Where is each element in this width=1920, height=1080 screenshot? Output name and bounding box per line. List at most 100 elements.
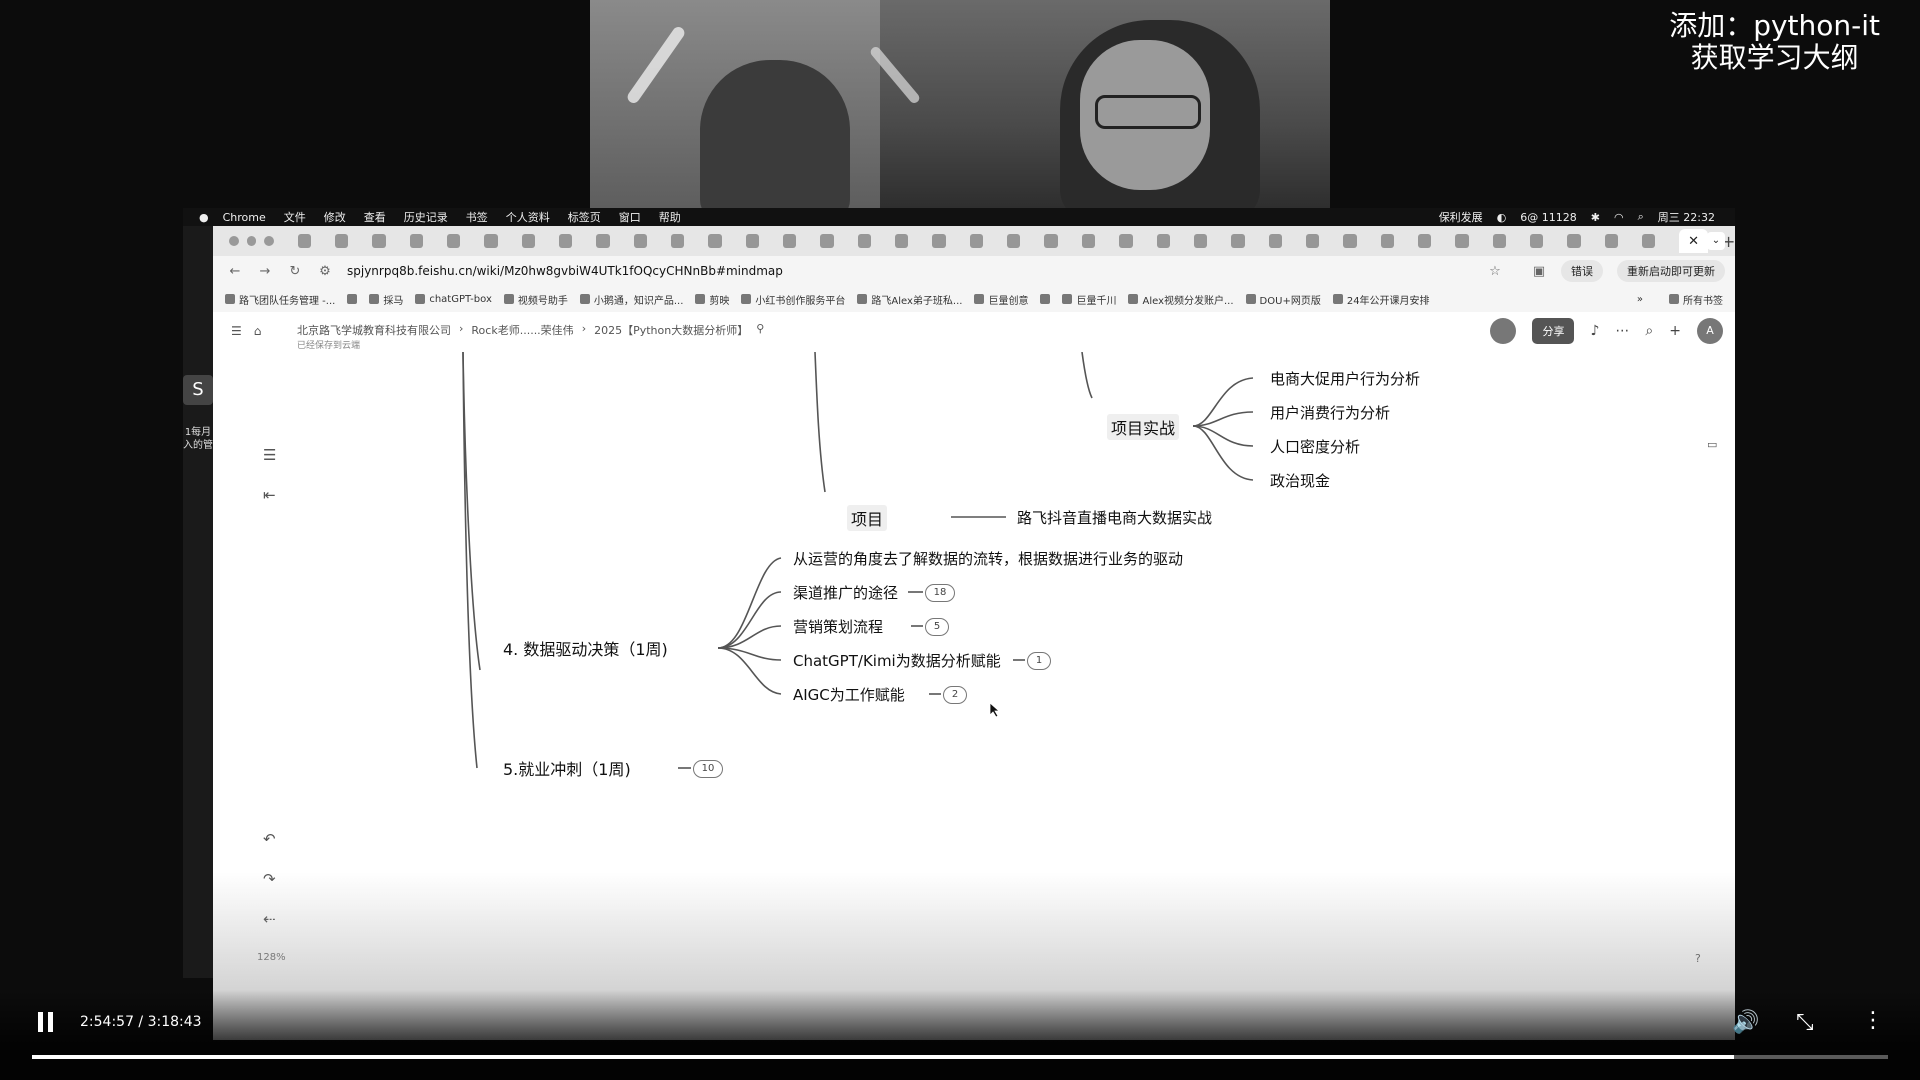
tab-favicon[interactable] bbox=[446, 234, 461, 248]
tab-favicon[interactable] bbox=[596, 234, 610, 248]
back-icon[interactable]: ← bbox=[227, 264, 243, 279]
zoom-level[interactable]: 128% bbox=[257, 952, 286, 963]
tab-favicon[interactable] bbox=[1007, 234, 1021, 248]
tab-favicon[interactable] bbox=[708, 234, 722, 248]
node-leaf[interactable]: 政治现金 bbox=[1270, 470, 1330, 491]
child-count-badge[interactable]: 1 bbox=[1027, 652, 1051, 670]
tab-favicon[interactable] bbox=[1268, 234, 1282, 248]
forward-icon[interactable]: → bbox=[257, 264, 273, 279]
search-icon[interactable]: ⌕ bbox=[1638, 210, 1644, 224]
share-button[interactable]: 分享 bbox=[1532, 318, 1575, 344]
tab-favicon[interactable] bbox=[633, 234, 648, 248]
help-icon[interactable]: ? bbox=[1695, 952, 1701, 965]
minimize-window-button[interactable] bbox=[246, 236, 257, 246]
pin-icon[interactable]: ⚲ bbox=[756, 322, 764, 338]
bookmark-item[interactable]: 路飞Alex弟子班私... bbox=[857, 292, 962, 307]
bookmark-item[interactable]: 採马 bbox=[369, 292, 403, 307]
node-project[interactable]: 项目 bbox=[847, 505, 888, 531]
bookmark-item[interactable] bbox=[347, 294, 358, 304]
site-info-icon[interactable]: ⚙ bbox=[317, 264, 333, 279]
breadcrumb-item[interactable]: 2025【Python大数据分析师】 bbox=[594, 322, 748, 338]
menu-history[interactable]: 历史记录 bbox=[404, 209, 448, 225]
more-options-icon[interactable]: ⋮ bbox=[1862, 1008, 1884, 1033]
menu-bookmarks[interactable]: 书签 bbox=[466, 209, 488, 225]
child-count-badge[interactable]: 2 bbox=[943, 686, 967, 704]
node-leaf[interactable]: 电商大促用户行为分析 bbox=[1270, 368, 1420, 389]
menu-chrome[interactable]: Chrome bbox=[223, 211, 266, 224]
tab-favicon[interactable] bbox=[334, 234, 349, 248]
pause-button[interactable] bbox=[38, 1012, 54, 1032]
bookmark-item[interactable]: 巨量创意 bbox=[974, 292, 1028, 307]
tab-favicon[interactable] bbox=[1081, 234, 1096, 248]
menu-window[interactable]: 窗口 bbox=[619, 209, 641, 225]
extensions-icon[interactable]: ▣ bbox=[1531, 264, 1547, 279]
tab-favicon[interactable] bbox=[484, 234, 498, 248]
bookmark-item[interactable]: DOU+网页版 bbox=[1245, 292, 1321, 307]
tab-favicon[interactable] bbox=[1455, 234, 1469, 248]
collaborator-avatar[interactable] bbox=[1490, 318, 1517, 344]
tab-favicon[interactable] bbox=[559, 234, 573, 248]
app-thumbnail[interactable]: S bbox=[183, 375, 213, 405]
tab-favicon[interactable] bbox=[1567, 234, 1581, 248]
outline-icon[interactable]: ☰ bbox=[263, 446, 276, 464]
minimap-icon[interactable]: ▭ bbox=[1707, 438, 1717, 451]
breadcrumb-item[interactable]: Rock老师......荣佳伟 bbox=[471, 322, 573, 338]
bookmark-item[interactable]: 小鹅通，知识产品... bbox=[579, 292, 683, 307]
profile-error-pill[interactable]: 错误 bbox=[1561, 260, 1603, 282]
bookmark-item[interactable]: Alex视频分发账户... bbox=[1128, 292, 1234, 307]
exit-fullscreen-icon[interactable]: ⤡ bbox=[1796, 1010, 1814, 1035]
node-section4[interactable]: 4. 数据驱动决策（1周) bbox=[503, 636, 668, 660]
indent-icon[interactable]: ⇤ bbox=[263, 486, 276, 504]
tab-favicon[interactable] bbox=[1529, 234, 1544, 248]
mindmap-canvas[interactable]: ☰ ⇤ ↶ ↷ ⇠ 128% ▭ ? 项目实战 电商大促用户行为分析 用户消费行… bbox=[213, 352, 1735, 1040]
bell-icon[interactable]: ♪ bbox=[1590, 323, 1599, 339]
tab-favicon[interactable] bbox=[1492, 234, 1506, 248]
tab-favicon[interactable] bbox=[1343, 234, 1357, 248]
bookmark-item[interactable]: 24年公开课月安排 bbox=[1332, 292, 1430, 307]
node-section5[interactable]: 5.就业冲刺（1周) bbox=[503, 756, 631, 780]
user-avatar[interactable]: A bbox=[1697, 318, 1723, 344]
tab-favicon[interactable] bbox=[932, 234, 946, 248]
more-bookmarks-icon[interactable]: » bbox=[1637, 294, 1643, 305]
tab-favicon[interactable] bbox=[1119, 234, 1133, 248]
menu-profile[interactable]: 个人资料 bbox=[506, 209, 550, 225]
node-leaf[interactable]: 营销策划流程 bbox=[793, 616, 883, 637]
node-leaf[interactable]: AIGC为工作赋能 bbox=[793, 684, 905, 705]
tab-favicon[interactable] bbox=[1156, 234, 1170, 248]
bookmark-item[interactable]: 巨量千川 bbox=[1062, 292, 1116, 307]
clock[interactable]: 周三 22:32 bbox=[1658, 209, 1715, 225]
node-leaf[interactable]: 人口密度分析 bbox=[1270, 436, 1360, 457]
volume-icon[interactable]: 🔊 bbox=[1732, 1010, 1759, 1035]
node-leaf[interactable]: ChatGPT/Kimi为数据分析赋能 bbox=[793, 650, 1001, 671]
menubar-status-count[interactable]: 6@ 11128 bbox=[1520, 211, 1577, 224]
tab-favicon[interactable] bbox=[1193, 234, 1208, 248]
wechat-icon[interactable]: ◐ bbox=[1497, 211, 1507, 224]
node-leaf[interactable]: 渠道推广的途径 bbox=[793, 582, 898, 603]
child-count-badge[interactable]: 5 bbox=[925, 618, 949, 636]
redo-icon[interactable]: ↷ bbox=[263, 870, 276, 888]
bookmark-item[interactable]: 小红书创作服务平台 bbox=[741, 292, 845, 307]
node-leaf[interactable]: 路飞抖音直播电商大数据实战 bbox=[1017, 507, 1212, 528]
search-icon[interactable]: ⌕ bbox=[1645, 323, 1653, 339]
maximize-window-button[interactable] bbox=[264, 236, 274, 246]
tab-favicon[interactable] bbox=[297, 234, 311, 248]
menu-help[interactable]: 帮助 bbox=[659, 209, 681, 225]
tab-favicon[interactable] bbox=[820, 234, 834, 248]
wifi-icon[interactable]: ◠ bbox=[1614, 211, 1624, 224]
tab-favicon[interactable] bbox=[1380, 234, 1394, 248]
tab-favicon[interactable] bbox=[1641, 234, 1656, 248]
progress-fill[interactable] bbox=[32, 1055, 1734, 1059]
undo-icon[interactable]: ↶ bbox=[263, 830, 276, 848]
menu-view[interactable]: 查看 bbox=[364, 209, 386, 225]
breadcrumb-item[interactable]: 北京路飞学城教育科技有限公司 bbox=[297, 322, 451, 338]
menu-tabs[interactable]: 标签页 bbox=[568, 209, 601, 225]
bookmark-item[interactable]: 视频号助手 bbox=[503, 292, 568, 307]
tab-favicon[interactable] bbox=[372, 234, 386, 248]
tab-favicon[interactable] bbox=[857, 234, 872, 248]
tab-favicon[interactable] bbox=[783, 234, 797, 248]
node-leaf[interactable]: 从运营的角度去了解数据的流转，根据数据进行业务的驱动 bbox=[793, 548, 1183, 569]
node-project-practice[interactable]: 项目实战 bbox=[1107, 414, 1180, 440]
add-icon[interactable]: + bbox=[1669, 323, 1681, 339]
collapse-icon[interactable]: ⇠ bbox=[263, 910, 276, 928]
tab-favicon[interactable] bbox=[969, 234, 984, 248]
